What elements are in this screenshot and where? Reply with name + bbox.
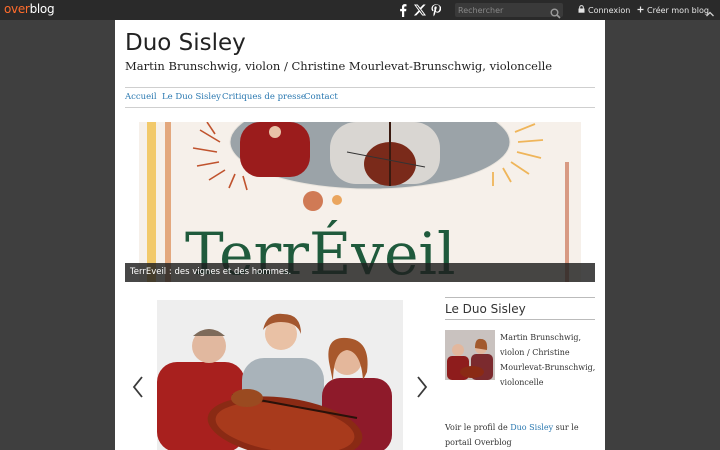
login-link[interactable]: Connexion — [578, 4, 630, 16]
slider-photo[interactable] — [157, 300, 403, 450]
overblog-topbar: overblog Connexion Créer mon blog — [0, 0, 720, 20]
banner-artwork: TerrÉveil — [125, 122, 595, 282]
create-blog-label: Créer mon blog — [647, 5, 709, 15]
login-label: Connexion — [588, 5, 631, 15]
site-subtitle: Martin Brunschwig, violon / Christine Mo… — [125, 59, 553, 73]
search-box — [455, 3, 563, 19]
sidebar-title: Le Duo Sisley — [445, 297, 595, 320]
avatar[interactable] — [445, 330, 495, 380]
lock-icon — [578, 5, 585, 15]
logo-blog-text: blog — [29, 2, 55, 16]
main-nav: Accueil Le Duo Sisley Critiques de press… — [125, 87, 595, 108]
x-icon[interactable] — [413, 2, 427, 18]
profile-prefix: Voir le profil de — [445, 423, 508, 432]
chevron-left-icon[interactable] — [131, 375, 145, 403]
logo-over-text: over — [4, 2, 30, 16]
profile-link[interactable]: Duo Sisley — [510, 423, 553, 432]
avatar-image — [445, 330, 495, 380]
facebook-icon[interactable] — [397, 2, 409, 18]
site-title[interactable]: Duo Sisley — [125, 30, 246, 56]
featured-banner[interactable]: TerrÉveil TerrEveil : des vignes et des … — [125, 122, 595, 282]
chevron-right-icon[interactable] — [415, 375, 429, 403]
banner-caption[interactable]: TerrEveil : des vignes et des hommes. — [125, 263, 595, 282]
nav-item-le-duo-sisley[interactable]: Le Duo Sisley — [162, 92, 221, 102]
sidebar-profile-text: Voir le profil de Duo Sisley sur le port… — [445, 420, 600, 450]
nav-item-contact[interactable]: Contact — [304, 92, 338, 102]
nav-item-accueil[interactable]: Accueil — [125, 92, 157, 102]
chevron-up-icon[interactable] — [705, 4, 715, 23]
pinterest-icon[interactable] — [430, 2, 442, 18]
blog-page: Duo Sisley Martin Brunschwig, violon / C… — [115, 20, 605, 450]
create-blog-link[interactable]: Créer mon blog — [637, 4, 709, 16]
sidebar-description: Martin Brunschwig, violon / Christine Mo… — [500, 333, 596, 387]
nav-item-critiques-de-presse[interactable]: Critiques de presse — [222, 92, 306, 102]
trio-photo — [157, 300, 403, 450]
plus-icon — [637, 6, 644, 15]
overblog-logo[interactable]: overblog — [4, 2, 55, 16]
search-input[interactable] — [455, 3, 547, 17]
